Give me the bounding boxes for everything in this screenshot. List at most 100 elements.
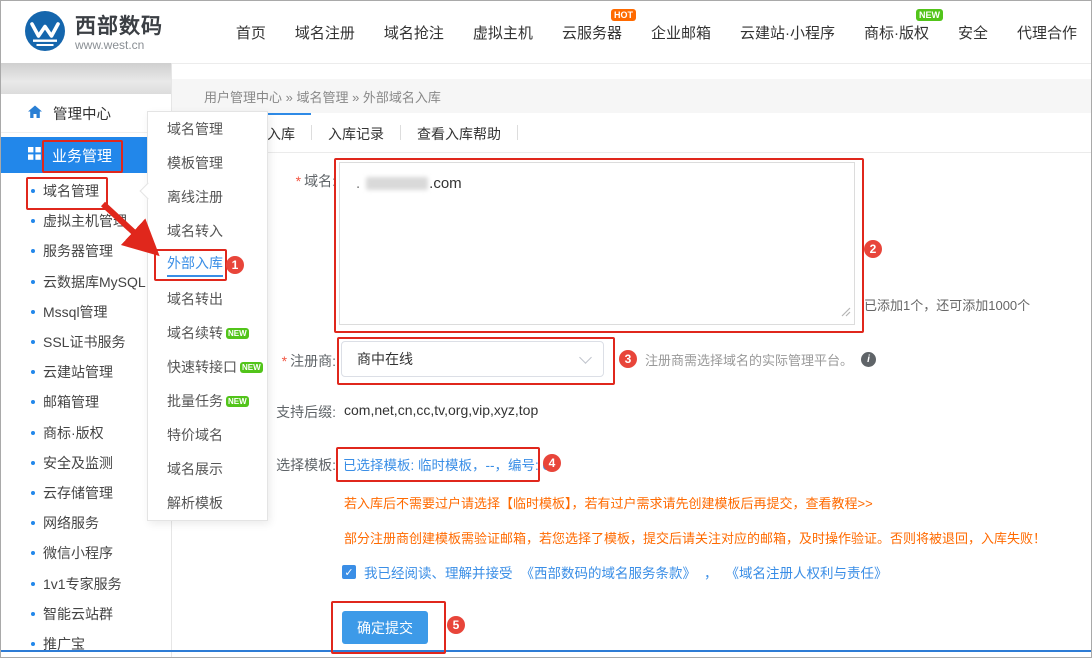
- registrar-selected-value: 商中在线: [357, 349, 413, 369]
- warning-text-2: 部分注册商创建模板需验证邮箱，若您选择了模板，提交后请关注对应的邮箱，及时操作验…: [344, 528, 1046, 547]
- domain-suffix-text: .com: [429, 175, 462, 192]
- sidebar-item-1v1专家服务[interactable]: 1v1专家服务: [1, 568, 171, 598]
- registrar-hint-row: 3 注册商需选择域名的实际管理平台。 i: [619, 341, 876, 377]
- flyout-item-label: 批量任务: [167, 391, 223, 411]
- nav-item-域名抢注[interactable]: 域名抢注: [384, 22, 444, 43]
- sidebar-item-label: 1v1专家服务: [43, 574, 122, 594]
- sidebar-section-label: 业务管理: [52, 145, 112, 166]
- info-icon[interactable]: i: [861, 352, 876, 367]
- sidebar-item-label: 云建站管理: [43, 362, 113, 382]
- bullet-icon: [31, 612, 35, 616]
- bullet-icon: [31, 249, 35, 253]
- sidebar-home-label: 管理中心: [53, 103, 111, 124]
- sidebar-item-云存储管理[interactable]: 云存储管理: [1, 478, 171, 508]
- sidebar-item-推广宝[interactable]: 推广宝: [1, 629, 171, 658]
- registrar-select[interactable]: 商中在线: [341, 341, 604, 377]
- sidebar-item-SSL证书服务[interactable]: SSL证书服务: [1, 327, 171, 357]
- sidebar-item-邮箱管理[interactable]: 邮箱管理: [1, 387, 171, 417]
- flyout-item-域名转出[interactable]: 域名转出: [148, 282, 267, 316]
- nav-item-域名注册[interactable]: 域名注册: [295, 22, 355, 43]
- bullet-icon: [31, 310, 35, 314]
- flyout-item-特价域名[interactable]: 特价域名: [148, 418, 267, 452]
- domain-textarea[interactable]: ..com: [339, 162, 855, 325]
- resize-handle-icon[interactable]: [841, 304, 851, 321]
- nav-item-安全[interactable]: 安全: [958, 22, 988, 43]
- logo[interactable]: 西部数码 www.west.cn: [25, 11, 163, 56]
- agreement-text: 我已经阅读、理解并接受: [364, 562, 513, 582]
- nav-item-虚拟主机[interactable]: 虚拟主机: [473, 22, 533, 43]
- flyout-item-域名管理[interactable]: 域名管理: [148, 112, 267, 146]
- nav-item-首页[interactable]: 首页: [236, 22, 266, 43]
- sidebar-item-label: Mssql管理: [43, 302, 108, 322]
- sidebar-item-虚拟主机管理[interactable]: 虚拟主机管理: [1, 206, 171, 236]
- flyout-item-批量任务[interactable]: 批量任务NEW: [148, 384, 267, 418]
- submit-button[interactable]: 确定提交: [342, 611, 428, 644]
- bullet-icon: [31, 521, 35, 525]
- terms-link-1[interactable]: 《西部数码的域名服务条款》: [521, 562, 697, 582]
- sidebar-item-微信小程序[interactable]: 微信小程序: [1, 538, 171, 568]
- flyout-item-外部入库[interactable]: 外部入库1: [148, 248, 267, 282]
- flyout-item-域名转入[interactable]: 域名转入: [148, 214, 267, 248]
- sidebar-item-智能云站群[interactable]: 智能云站群: [1, 599, 171, 629]
- sidebar-item-label: 商标·版权: [43, 423, 104, 443]
- flyout-item-解析模板[interactable]: 解析模板: [148, 486, 267, 520]
- flyout-item-快速转接口[interactable]: 快速转接口NEW: [148, 350, 267, 384]
- bullet-icon: [31, 280, 35, 284]
- badge-new-icon: NEW: [240, 362, 263, 373]
- sidebar-item-网络服务[interactable]: 网络服务: [1, 508, 171, 538]
- breadcrumb: 用户管理中心 » 域名管理 » 外部域名入库: [204, 87, 441, 106]
- flyout-item-label: 外部入库: [167, 253, 223, 277]
- domain-counter: 已添加1个，还可添加1000个: [864, 295, 1030, 314]
- sidebar-item-business-management[interactable]: 业务管理: [1, 137, 171, 173]
- badge-hot-icon: HOT: [611, 9, 636, 21]
- nav-item-商标·版权[interactable]: 商标·版权NEW: [864, 22, 929, 43]
- masked-domain-text: [366, 177, 428, 190]
- terms-link-2[interactable]: 《域名注册人权利与责任》: [726, 562, 888, 582]
- sidebar-menu: 域名管理虚拟主机管理服务器管理云数据库MySQLMssql管理SSL证书服务云建…: [1, 176, 171, 658]
- sidebar-item-商标·版权[interactable]: 商标·版权: [1, 418, 171, 448]
- sidebar-item-label: 云数据库MySQL: [43, 272, 146, 292]
- sidebar-item-云数据库MySQL[interactable]: 云数据库MySQL: [1, 267, 171, 297]
- sidebar-item-Mssql管理[interactable]: Mssql管理: [1, 297, 171, 327]
- nav-item-代理合作[interactable]: 代理合作: [1017, 22, 1077, 43]
- sidebar-banner: [1, 63, 171, 94]
- sidebar-item-management-center[interactable]: 管理中心: [1, 95, 171, 133]
- tab-查看入库帮助[interactable]: 查看入库帮助: [401, 113, 517, 152]
- sidebar-item-安全及监测[interactable]: 安全及监测: [1, 448, 171, 478]
- flyout-item-label: 解析模板: [167, 493, 223, 513]
- step-3-badge: 3: [619, 350, 637, 368]
- flyout-item-域名展示[interactable]: 域名展示: [148, 452, 267, 486]
- sidebar-item-label: 智能云站群: [43, 604, 113, 624]
- flyout-item-label: 离线注册: [167, 187, 223, 207]
- bullet-icon: [31, 370, 35, 374]
- registrar-hint: 注册商需选择域名的实际管理平台。: [645, 350, 853, 369]
- agreement-checkbox[interactable]: ✓: [342, 565, 356, 579]
- bullet-icon: [31, 400, 35, 404]
- selected-template-text[interactable]: 已选择模板: 临时模板，--，编号: 0: [343, 454, 550, 474]
- domain-management-flyout-menu: 域名管理模板管理离线注册域名转入外部入库1域名转出域名续转NEW快速转接口NEW…: [147, 111, 268, 521]
- bullet-icon: [31, 340, 35, 344]
- flyout-item-离线注册[interactable]: 离线注册: [148, 180, 267, 214]
- flyout-item-label: 模板管理: [167, 153, 223, 173]
- sidebar-item-服务器管理[interactable]: 服务器管理: [1, 236, 171, 266]
- bullet-icon: [31, 551, 35, 555]
- badge-new-icon: NEW: [916, 9, 943, 21]
- sidebar-item-云建站管理[interactable]: 云建站管理: [1, 357, 171, 387]
- logo-url: www.west.cn: [75, 38, 163, 52]
- tab-入库记录[interactable]: 入库记录: [312, 113, 400, 152]
- agreement-row: ✓ 我已经阅读、理解并接受《西部数码的域名服务条款》，《域名注册人权利与责任》: [342, 562, 888, 582]
- nav-item-云建站·小程序[interactable]: 云建站·小程序: [740, 22, 835, 43]
- top-header: 西部数码 www.west.cn 首页 域名注册 域名抢注 虚拟主机 云服务器HOT 企业…: [1, 1, 1091, 64]
- sidebar-item-label: SSL证书服务: [43, 332, 125, 352]
- breadcrumb-bar: 用户管理中心 » 域名管理 » 外部域名入库: [172, 79, 1091, 113]
- sidebar-item-label: 云存储管理: [43, 483, 113, 503]
- sidebar-item-label: 服务器管理: [43, 241, 113, 261]
- nav-item-企业邮箱[interactable]: 企业邮箱: [651, 22, 711, 43]
- nav-item-云服务器[interactable]: 云服务器HOT: [562, 22, 622, 43]
- flyout-item-域名续转[interactable]: 域名续转NEW: [148, 316, 267, 350]
- step-5-badge: 5: [447, 616, 465, 634]
- logo-title: 西部数码: [75, 16, 163, 38]
- badge-new-icon: NEW: [226, 328, 249, 339]
- bullet-icon: [31, 189, 35, 193]
- flyout-item-模板管理[interactable]: 模板管理: [148, 146, 267, 180]
